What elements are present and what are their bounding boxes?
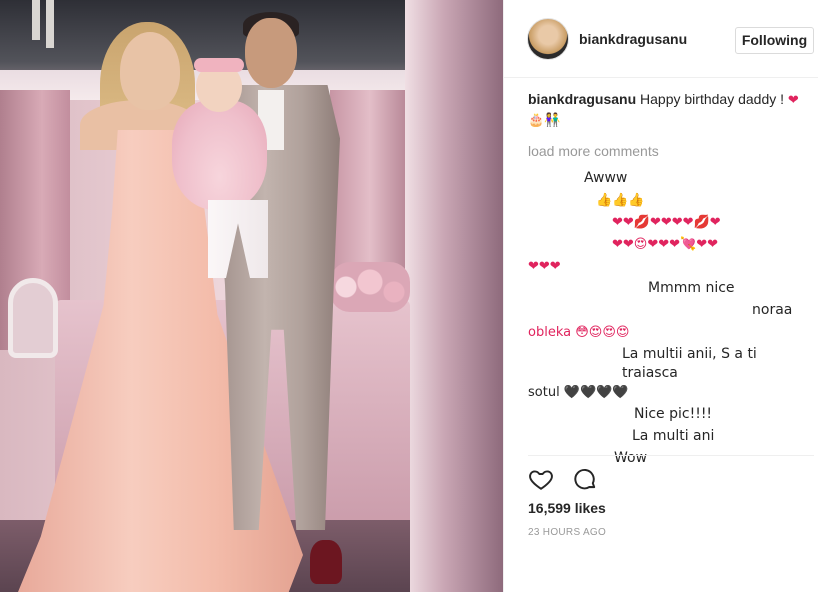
divider	[528, 455, 814, 456]
comment-text: ❤❤❤	[528, 259, 561, 274]
post-photo[interactable]	[0, 0, 503, 592]
comment-row: noraa	[528, 300, 814, 322]
action-bar	[528, 466, 612, 492]
comment-row: Nice pic!!!!	[528, 404, 814, 426]
comment-row: ❤❤❤	[528, 256, 814, 278]
heart-outline-icon[interactable]	[528, 466, 554, 492]
following-button[interactable]: Following	[735, 27, 814, 54]
caption: biankdragusanu Happy birthday daddy ! ❤ …	[528, 90, 814, 130]
comments-section: biankdragusanu Happy birthday daddy ! ❤ …	[528, 90, 814, 466]
comment-text: ❤❤😍❤❤❤💘❤❤	[612, 237, 718, 252]
comment-text: Awww	[584, 170, 628, 186]
caption-text: Happy birthday daddy !	[640, 91, 785, 107]
comment-text: Mmmm nice	[648, 280, 735, 296]
post-side-panel: biankdragusanu Following biankdragusanu …	[503, 0, 818, 592]
caption-username[interactable]: biankdragusanu	[528, 91, 636, 107]
comment-text: sotul 🖤🖤🖤🖤	[528, 385, 629, 400]
comment-row: obleka 😳😍😍😍	[528, 322, 814, 344]
comment-text: Wow	[614, 450, 648, 466]
comment-list: Awww 👍👍👍 ❤❤💋❤❤❤❤💋❤ ❤❤😍❤❤❤💘❤❤ ❤❤❤ Mmmm nice nor…	[528, 168, 814, 470]
comment-row: La multii anii, S a ti traiasca	[528, 344, 814, 382]
load-more-comments-link[interactable]: load more comments	[528, 142, 814, 160]
comment-text: noraa	[752, 302, 793, 318]
comment-row: La multi ani	[528, 426, 814, 448]
comment-text: ❤❤💋❤❤❤❤💋❤	[612, 215, 721, 230]
comment-text: La multii anii, S a ti traiasca	[622, 346, 757, 381]
post-header: biankdragusanu Following	[504, 0, 818, 78]
header-username[interactable]: biankdragusanu	[579, 31, 687, 47]
comment-row: Mmmm nice	[528, 278, 814, 300]
post-time: 23 HOURS AGO	[528, 527, 607, 538]
comment-row: sotul 🖤🖤🖤🖤	[528, 382, 814, 404]
avatar[interactable]	[527, 18, 569, 60]
comment-text: Nice pic!!!!	[634, 406, 713, 422]
comment-text: La multi ani	[632, 428, 715, 444]
comment-row: Awww	[528, 168, 814, 190]
comment-row: ❤❤💋❤❤❤❤💋❤	[528, 212, 814, 234]
comment-row: 👍👍👍	[528, 190, 814, 212]
likes-count[interactable]: 16,599 likes	[528, 500, 606, 516]
comment-text: obleka 😳😍😍😍	[528, 325, 630, 340]
comment-text: 👍👍👍	[596, 193, 645, 208]
comment-bubble-icon[interactable]	[572, 466, 598, 492]
comment-row: ❤❤😍❤❤❤💘❤❤	[528, 234, 814, 256]
